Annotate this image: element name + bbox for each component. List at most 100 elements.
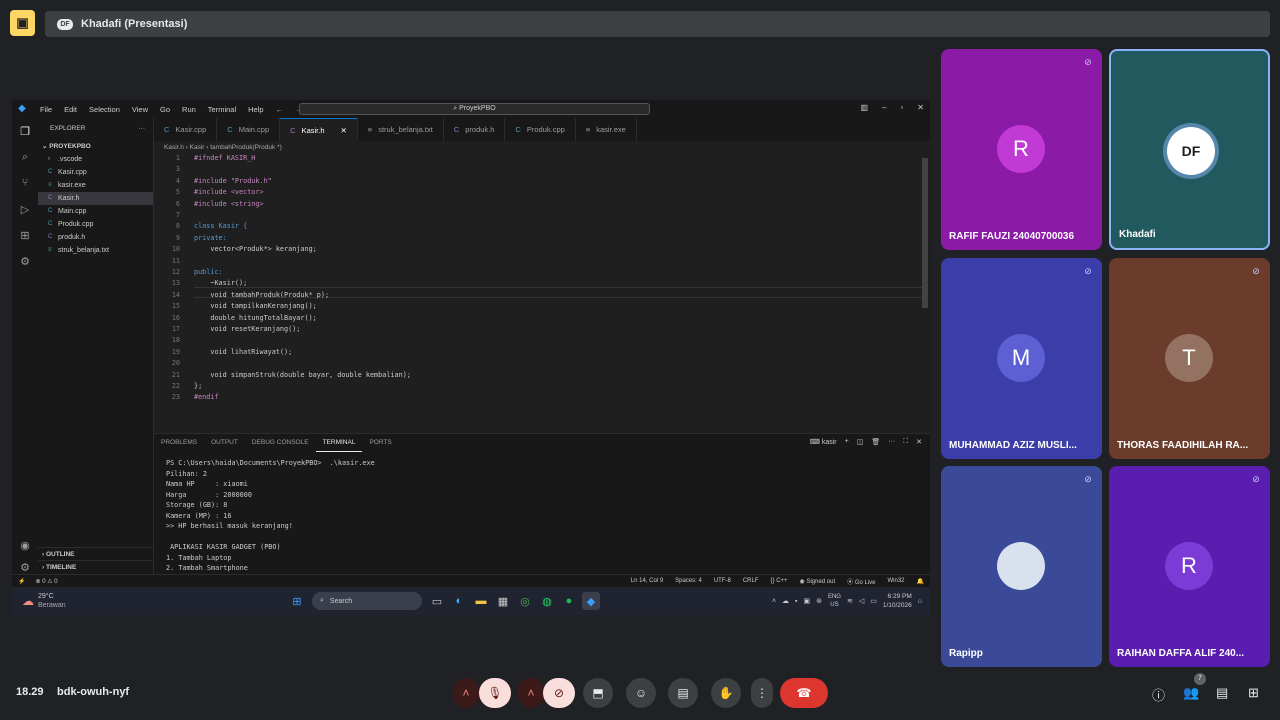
code-line[interactable]: ~Kasir(); <box>194 279 247 287</box>
line-ending[interactable]: CRLF <box>737 578 765 584</box>
code-line[interactable]: void tampilkanKeranjang(); <box>194 302 316 310</box>
project-folder[interactable]: ⌄ PROYEKPBO <box>38 140 153 153</box>
windows-start-icon[interactable]: ⊞ <box>288 592 306 610</box>
code-line[interactable]: #include <string> <box>194 200 264 208</box>
account-status[interactable]: ◉ Signed out <box>794 578 842 585</box>
activities-icon[interactable]: ⊞ <box>1248 685 1259 701</box>
code-line[interactable]: #include "Produk.h" <box>194 177 272 185</box>
code-editor[interactable]: 1 #ifndef KASIR_H 3 4 #include "Produk.h" 5 #i… <box>154 154 930 442</box>
whatsapp-icon[interactable]: ◍ <box>538 592 556 610</box>
chrome-icon[interactable]: ◎ <box>516 592 534 610</box>
meeting-info-icon[interactable]: ⓘ <box>1152 685 1165 704</box>
chevron-up-icon[interactable]: ˄ <box>772 598 776 605</box>
outline-section[interactable]: › OUTLINE <box>38 547 154 560</box>
language-indicator[interactable]: ENG US <box>828 593 841 609</box>
spotify-icon[interactable]: ● <box>560 592 578 610</box>
terminal-icon[interactable]: ⌨ kasir <box>810 438 837 446</box>
source-control-icon[interactable]: ⑂ <box>12 170 38 196</box>
code-line[interactable]: vector<Produk*> keranjang; <box>194 245 316 253</box>
menu-go[interactable]: Go <box>154 105 176 114</box>
menu-run[interactable]: Run <box>176 105 202 114</box>
tray-icon[interactable]: ⊛ <box>816 597 822 605</box>
run-debug-icon[interactable]: ▷ <box>12 196 38 222</box>
participant-tile[interactable]: DF Khadafi <box>1109 49 1270 250</box>
menu-terminal[interactable]: Terminal <box>202 105 242 114</box>
file-item-selected[interactable]: C Kasir.h <box>38 192 153 205</box>
tab-output[interactable]: OUTPUT <box>204 434 245 452</box>
trash-icon[interactable]: 🗑 <box>871 438 880 446</box>
code-line[interactable]: public: <box>194 268 223 276</box>
timeline-section[interactable]: › TIMELINE <box>38 560 154 573</box>
volume-icon[interactable]: ◁ <box>859 597 864 605</box>
notification-icon[interactable]: ⌂ <box>918 598 922 605</box>
close-panel-icon[interactable]: ✕ <box>916 438 922 446</box>
search-icon[interactable]: ⌕ <box>12 144 38 170</box>
weather-widget[interactable]: ☁ 29°C Berawan <box>12 592 192 610</box>
layout-icon[interactable]: ▥ <box>860 103 868 112</box>
presentation-icon[interactable]: ▣ <box>10 10 35 36</box>
close-icon[interactable]: ✕ <box>917 103 924 112</box>
file-item[interactable]: ≡ kasir.exe <box>38 179 153 192</box>
tab-kasir-cpp[interactable]: C Kasir.cpp <box>154 118 218 141</box>
platform[interactable]: Win32 <box>882 578 911 584</box>
mic-options-button[interactable]: ˄ <box>453 678 479 708</box>
remote-icon[interactable]: ⚙ <box>12 248 38 274</box>
participant-tile[interactable]: ⊘ Rapipp <box>941 466 1102 667</box>
indentation[interactable]: Spaces: 4 <box>669 578 708 584</box>
split-terminal-icon[interactable]: ◫ <box>857 438 864 446</box>
menu-help[interactable]: Help <box>242 105 269 114</box>
notifications-bell-icon[interactable]: 🔔 <box>911 578 930 585</box>
participant-tile[interactable]: R ⊘ RAIHAN DAFFA ALIF 240... <box>1109 466 1270 667</box>
tab-kasir-exe[interactable]: ≡ kasir.exe <box>576 118 637 141</box>
editor-scrollbar[interactable] <box>922 158 928 308</box>
cursor-position[interactable]: Ln 14, Col 9 <box>625 578 669 584</box>
file-item[interactable]: › .vscode <box>38 153 153 166</box>
tray-icon[interactable]: ☁ <box>782 597 789 605</box>
wifi-icon[interactable]: ≋ <box>847 597 853 605</box>
tab-produk-h[interactable]: Cproduk.h <box>444 118 506 141</box>
encoding[interactable]: UTF-8 <box>708 578 737 584</box>
file-item[interactable]: C Produk.cpp <box>38 218 153 231</box>
extensions-icon[interactable]: ⊞ <box>12 222 38 248</box>
more-options-button[interactable]: ⋮ <box>751 678 773 708</box>
code-line[interactable]: void lihatRiwayat(); <box>194 348 292 356</box>
tab-problems[interactable]: PROBLEMS <box>154 434 204 452</box>
more-actions-icon[interactable]: ··· <box>139 118 146 140</box>
tab-ports[interactable]: PORTS <box>362 434 398 452</box>
code-line[interactable]: void simpanStruk(double bayar, double ke… <box>194 371 411 379</box>
taskbar-clock[interactable]: 6:29 PM 1/10/2026 <box>883 592 912 610</box>
camera-toggle-button[interactable]: ⊘ <box>543 678 575 708</box>
tab-produk-cpp[interactable]: C Produk.cpp <box>505 118 576 141</box>
camera-options-button[interactable]: ˄ <box>518 678 544 708</box>
maximize-icon[interactable]: ▫ <box>900 103 903 112</box>
menu-selection[interactable]: Selection <box>83 105 126 114</box>
code-line[interactable]: private: <box>194 234 227 242</box>
store-icon[interactable]: ▦ <box>494 592 512 610</box>
chat-icon[interactable]: ▤ <box>1216 685 1228 701</box>
tab-struk-belanja[interactable]: ≡ struk_belanja.txt <box>358 118 444 141</box>
file-item[interactable]: C Main.cpp <box>38 205 153 218</box>
emoji-reaction-button[interactable]: ☺ <box>626 678 656 708</box>
language-mode[interactable]: {} C++ <box>765 578 794 584</box>
task-view-icon[interactable]: ▭ <box>428 592 446 610</box>
code-line[interactable]: class Kasir { <box>194 222 247 230</box>
code-line[interactable]: double hitungTotalBayar(); <box>194 314 316 322</box>
tray-icon[interactable]: ▣ <box>803 597 810 605</box>
participant-tile[interactable]: M ⊘ MUHAMMAD AZIZ MUSLI... <box>941 258 1102 459</box>
maximize-panel-icon[interactable]: ⛶ <box>903 438 908 446</box>
file-explorer-icon[interactable]: ▬ <box>472 592 490 610</box>
battery-icon[interactable]: ▭ <box>870 597 877 605</box>
code-line[interactable]: #ifndef KASIR_H <box>194 154 255 162</box>
breadcrumb[interactable]: Kasir.h › Kasir › tambahProduk(Produk *) <box>164 142 282 153</box>
tray-icon[interactable]: ▪ <box>795 598 797 605</box>
captions-button[interactable]: ▤ <box>668 678 698 708</box>
code-line[interactable]: void resetKeranjang(); <box>194 325 300 333</box>
file-item[interactable]: ≡ struk_belanja.txt <box>38 244 153 257</box>
menu-file[interactable]: File <box>34 105 58 114</box>
explorer-icon[interactable]: ❐ <box>12 118 38 144</box>
code-line[interactable]: #include <vector> <box>194 188 264 196</box>
code-line[interactable]: }; <box>194 382 202 390</box>
participant-tile[interactable]: R ⊘ RAFIF FAUZI 24040700036 <box>941 49 1102 250</box>
remote-icon[interactable]: ⚡ <box>12 578 31 585</box>
menu-edit[interactable]: Edit <box>58 105 83 114</box>
